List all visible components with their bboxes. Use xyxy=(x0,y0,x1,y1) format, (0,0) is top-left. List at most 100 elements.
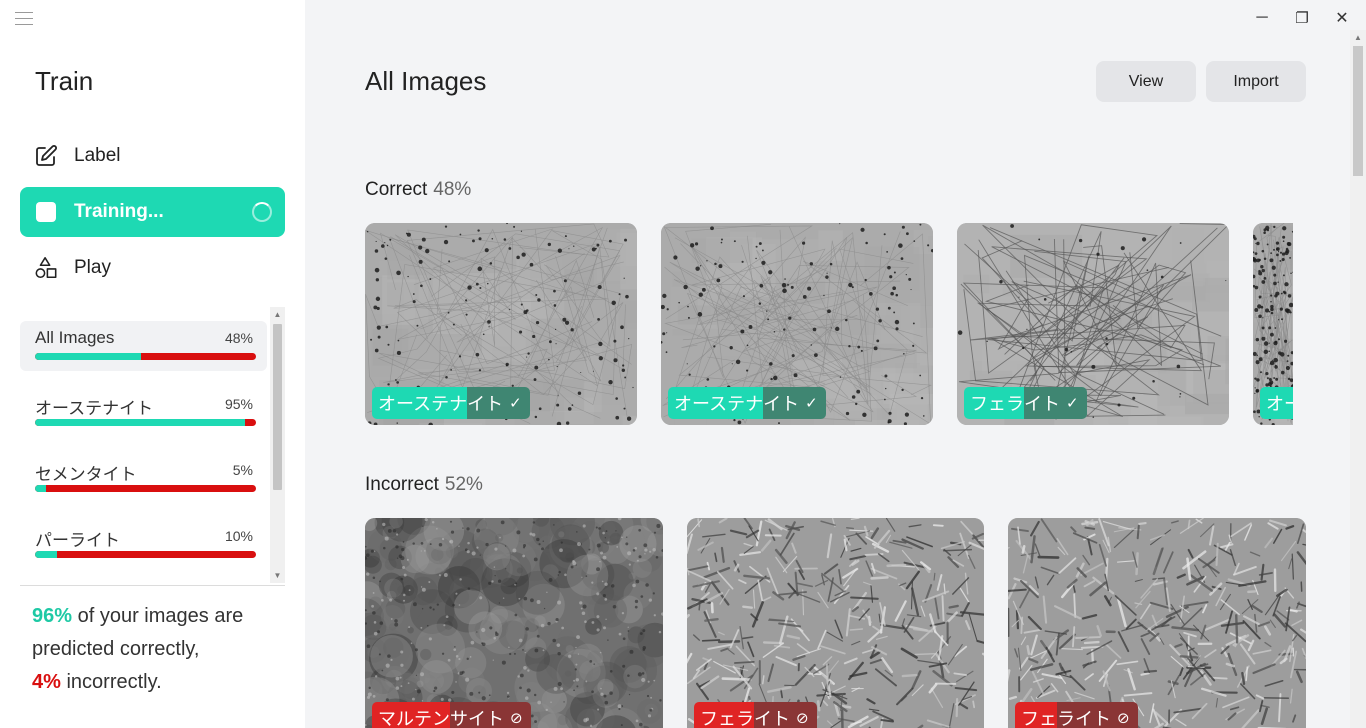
incorrect-text: incorrectly. xyxy=(60,671,162,693)
correct-percent: 96% xyxy=(32,605,73,627)
scrollbar-thumb[interactable] xyxy=(273,324,282,490)
image-card[interactable]: フェライト ⊘ xyxy=(1008,518,1306,728)
micrograph-acicular xyxy=(1008,518,1306,728)
tag-label-b: イト ✓ xyxy=(763,387,826,419)
image-card[interactable]: オーステナ イト ✓ xyxy=(661,223,933,425)
loading-spinner-icon xyxy=(252,202,272,222)
micrograph-acicular xyxy=(687,518,984,728)
prediction-tag: オーステナ イト ✓ xyxy=(668,387,826,419)
prediction-tag: オーステナ イト ✓ xyxy=(372,387,530,419)
shapes-icon xyxy=(34,256,58,280)
check-icon: ✓ xyxy=(1066,395,1079,412)
blocked-icon: ⊘ xyxy=(796,710,809,727)
tag-label-b-text: イト xyxy=(467,394,504,414)
image-card[interactable]: フェラ イト ✓ xyxy=(957,223,1229,425)
image-card[interactable]: オーステナ イト ✓ xyxy=(365,223,637,425)
pencil-square-icon xyxy=(34,144,58,168)
app-title: Train xyxy=(35,66,94,96)
image-card[interactable]: オー xyxy=(1253,223,1293,425)
tag-label-a: オーステナ xyxy=(668,387,764,419)
nav-label[interactable]: Label xyxy=(20,131,285,181)
accuracy-bar-fill xyxy=(35,419,245,426)
accuracy-bar xyxy=(35,485,256,492)
category-cementite[interactable]: セメンタイト 5% xyxy=(20,453,267,503)
nav-training-text: Training... xyxy=(74,201,164,222)
accuracy-bar-fill xyxy=(35,485,47,492)
category-scrollbar[interactable]: ▲ ▼ xyxy=(270,307,285,583)
prediction-tag: フェライト ⊘ xyxy=(694,702,817,728)
page-title: All Images xyxy=(365,66,487,96)
category-percent: 95% xyxy=(224,396,253,412)
hamburger-menu-icon[interactable] xyxy=(15,12,33,26)
main-content: ─ ❐ ✕ All Images View Import Correct 48% … xyxy=(305,0,1366,728)
import-button[interactable]: Import xyxy=(1206,61,1306,102)
correct-section-label: Correct xyxy=(365,179,428,200)
tag-label-b: イト ⊘ xyxy=(754,702,817,728)
micrograph-martensite xyxy=(365,518,663,728)
category-name: パーライト xyxy=(35,531,120,550)
accuracy-bar xyxy=(35,419,256,426)
incorrect-section-title: Incorrect 52% xyxy=(365,474,483,496)
scrollbar-thumb[interactable] xyxy=(1353,46,1363,176)
accuracy-bar xyxy=(35,353,256,360)
category-percent: 48% xyxy=(224,330,253,346)
scroll-up-arrow-icon[interactable]: ▲ xyxy=(270,307,285,322)
blocked-icon: ⊘ xyxy=(510,710,523,727)
scroll-down-arrow-icon[interactable]: ▼ xyxy=(270,568,285,583)
tag-label-a: オー xyxy=(1260,387,1293,419)
check-icon: ✓ xyxy=(509,395,522,412)
accuracy-summary: 96% of your images are predicted correct… xyxy=(32,600,282,699)
correct-section-title: Correct 48% xyxy=(365,179,471,201)
scroll-up-arrow-icon[interactable]: ▲ xyxy=(1350,30,1366,46)
tag-label-b: イト ✓ xyxy=(467,387,530,419)
tag-label-a: フェ xyxy=(1015,702,1057,728)
incorrect-percent: 4% xyxy=(32,671,61,693)
category-percent: 5% xyxy=(232,462,253,478)
tag-label-b: イト ✓ xyxy=(1024,387,1087,419)
incorrect-section-label: Incorrect xyxy=(365,474,439,495)
tag-label-a: フェラ xyxy=(694,702,754,728)
accuracy-bar-fill xyxy=(35,353,142,360)
category-austenite[interactable]: オーステナイト 95% xyxy=(20,387,267,437)
category-name: オーステナイト xyxy=(35,399,154,418)
nav-play[interactable]: Play xyxy=(20,243,285,293)
tag-label-a: オーステナ xyxy=(372,387,468,419)
accuracy-bar xyxy=(35,551,256,558)
divider xyxy=(20,585,285,586)
minimize-icon[interactable]: ─ xyxy=(1252,8,1272,28)
tag-label-b-text: サイト xyxy=(450,709,504,728)
tag-label-b-text: イト xyxy=(763,394,800,414)
tag-label-b: サイト ⊘ xyxy=(450,702,531,728)
check-icon: ✓ xyxy=(805,395,818,412)
view-button[interactable]: View xyxy=(1096,61,1196,102)
tag-label-b-text: イト xyxy=(754,709,790,728)
nav-label-text: Label xyxy=(74,145,121,166)
tag-label-a: フェラ xyxy=(964,387,1024,419)
category-list: All Images 48% オーステナイト 95% セメンタイト 5% パーラ… xyxy=(20,307,285,583)
training-square-icon xyxy=(34,200,58,224)
category-name: All Images xyxy=(35,328,115,347)
image-card[interactable]: フェライト ⊘ xyxy=(687,518,984,728)
nav-training[interactable]: Training... xyxy=(20,187,285,237)
nav-play-text: Play xyxy=(74,257,111,278)
incorrect-section-percent: 52% xyxy=(444,474,483,495)
restore-icon[interactable]: ❐ xyxy=(1292,8,1312,28)
category-name: セメンタイト xyxy=(35,465,137,484)
tag-label-b-text: ライト xyxy=(1057,709,1111,728)
category-all-images[interactable]: All Images 48% xyxy=(20,321,267,371)
tag-label-b-text: イト xyxy=(1024,394,1060,414)
main-scrollbar[interactable]: ▲ xyxy=(1350,30,1366,728)
tag-label-a: マルテン xyxy=(372,702,450,728)
accuracy-bar-fill xyxy=(35,551,58,558)
category-percent: 10% xyxy=(224,528,253,544)
image-card[interactable]: マルテン サイト ⊘ xyxy=(365,518,663,728)
prediction-tag: マルテン サイト ⊘ xyxy=(372,702,531,728)
blocked-icon: ⊘ xyxy=(1117,710,1130,727)
prediction-tag: フェライト ⊘ xyxy=(1015,702,1138,728)
prediction-tag: オー xyxy=(1260,387,1293,419)
prediction-tag: フェラ イト ✓ xyxy=(964,387,1087,419)
tag-label-b: ライト ⊘ xyxy=(1057,702,1138,728)
close-icon[interactable]: ✕ xyxy=(1332,8,1352,28)
category-pearlite[interactable]: パーライト 10% xyxy=(20,519,267,569)
correct-section-percent: 48% xyxy=(433,179,472,200)
